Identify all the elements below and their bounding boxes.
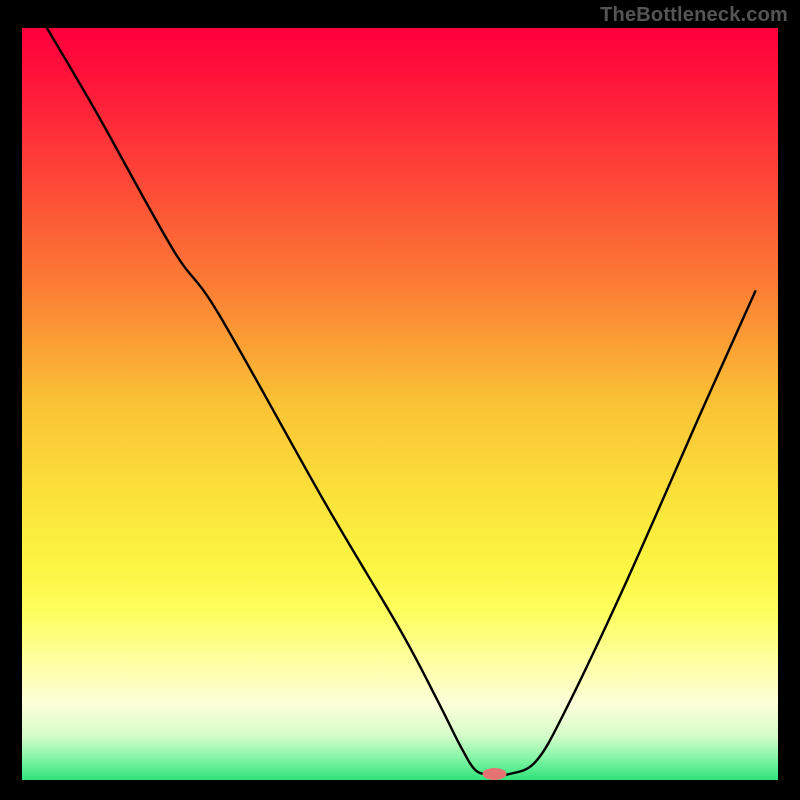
optimal-point-marker [483, 768, 507, 780]
chart-frame: { "watermark": "TheBottleneck.com", "cha… [0, 0, 800, 800]
chart-background [22, 28, 778, 780]
bottleneck-chart [0, 0, 800, 800]
